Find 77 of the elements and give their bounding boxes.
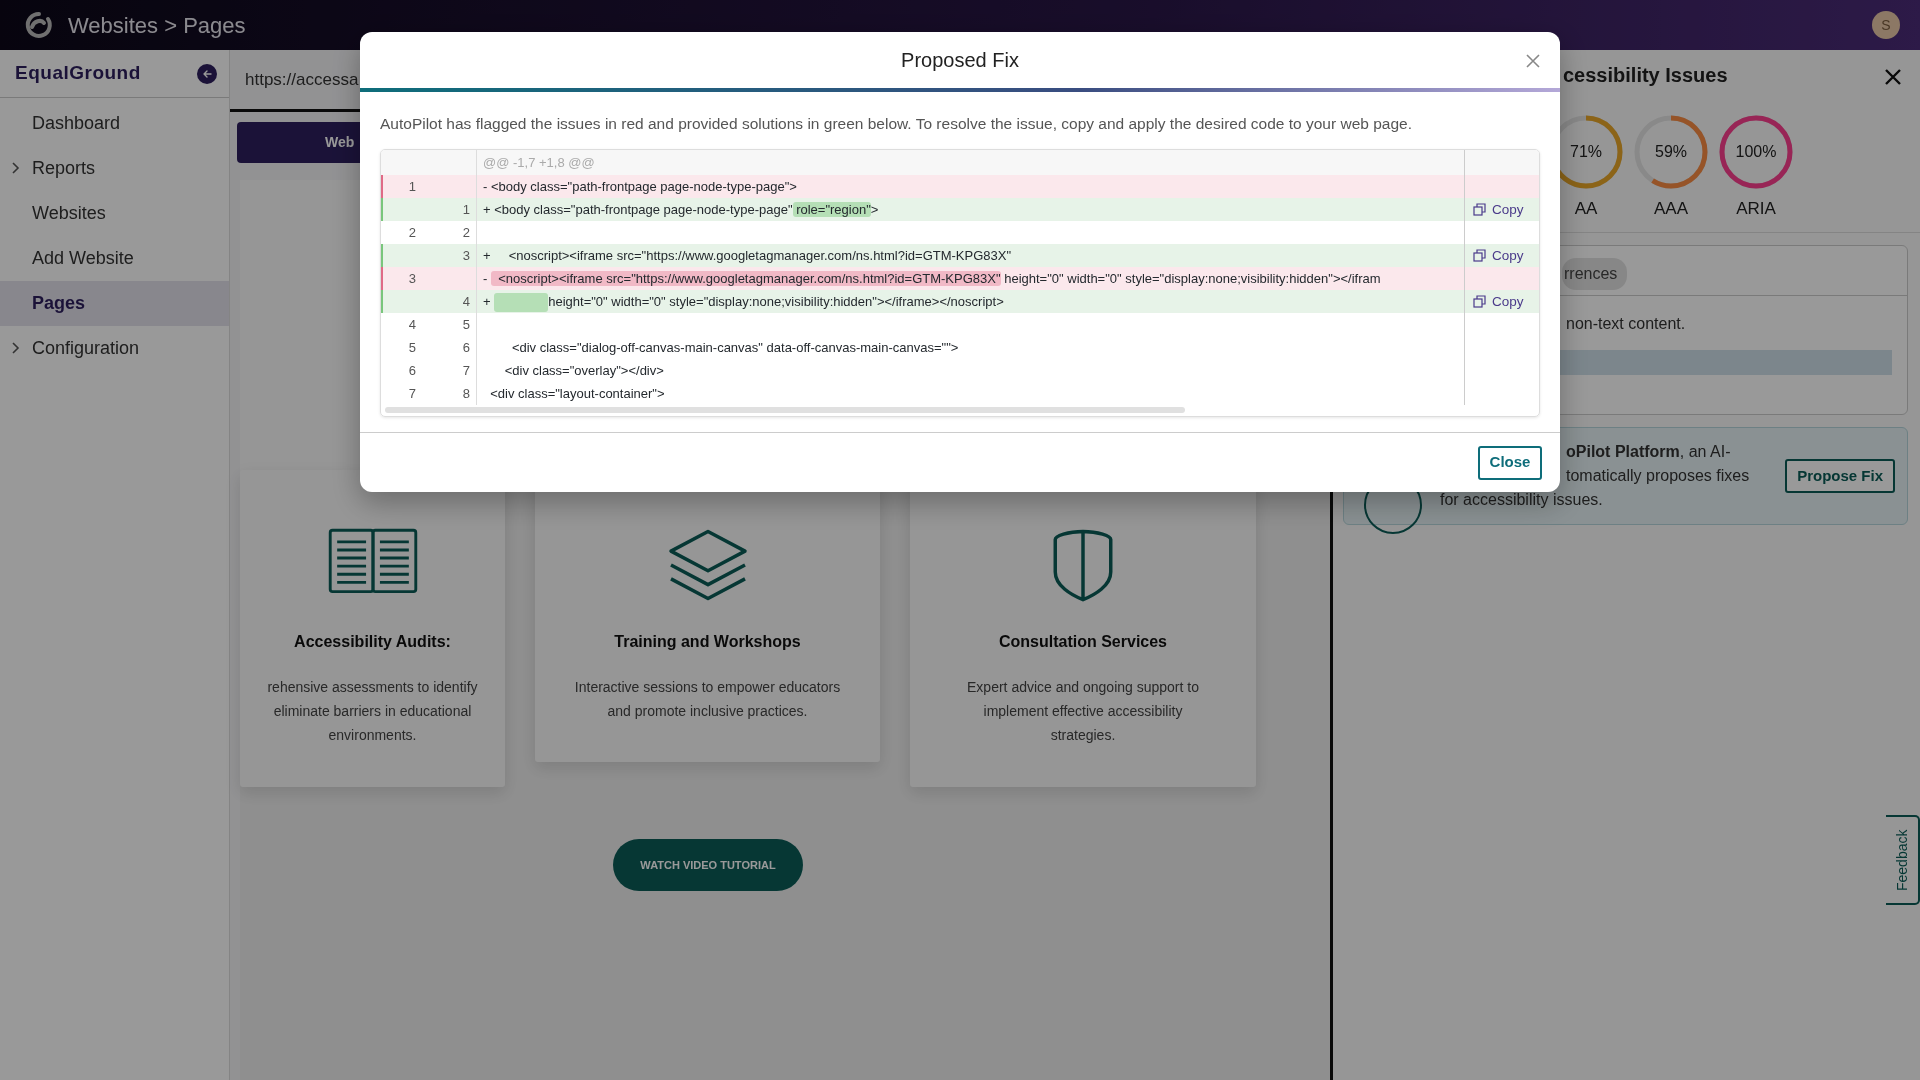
hunk-header: @@ -1,7 +1,8 @@	[483, 155, 595, 171]
filter-tab[interactable]: rrences	[1562, 258, 1628, 290]
close-icon	[1526, 53, 1540, 68]
copy-button[interactable]: Copy	[1465, 245, 1524, 266]
sidebar-item[interactable]: Websites	[0, 191, 229, 236]
score-label: ARIA	[1736, 198, 1776, 220]
code-line: <div class="overlay"></div>	[503, 363, 664, 379]
diff-sign: -	[483, 179, 488, 195]
card-text: strategies.	[1049, 726, 1117, 746]
sidebar-brand: EqualGround	[15, 61, 141, 86]
copy-button[interactable]: Copy	[1465, 291, 1524, 312]
code-line: <div class="dialog-off-canvas-main-canvas" data-off-canvas-main-canvas="">	[510, 340, 959, 356]
diff-sign: +	[483, 294, 491, 310]
card-title: Training and Workshops	[613, 632, 802, 652]
sidebar-item[interactable]: Pages	[0, 281, 229, 326]
instructions-text: AutoPilot has flagged the issues in red and provided solutions in green below. To resolve the issue, copy and apply the desired code to your web page.	[380, 114, 1413, 134]
code-line: height="0" width="0" style="display:none;visibility:hidden"></iframe></noscript>	[548, 294, 1004, 310]
feedback-tab[interactable]: Feedback	[1886, 815, 1920, 905]
score-value: 59%	[1655, 142, 1687, 162]
score-label: AAA	[1654, 198, 1688, 220]
banner-text: for accessibility issues.	[1440, 490, 1603, 510]
copy-icon	[1473, 203, 1486, 217]
line-number: 6	[408, 363, 416, 379]
banner-text: oPilot Platform, an AI- tomatically proposes fixes	[1566, 442, 1750, 486]
card-title: Consultation Services	[997, 632, 1168, 652]
code-line: <body class="path-frontpage page-node-type-page" role="region">	[494, 202, 879, 218]
card-text: rehensive assessments to identify	[266, 678, 479, 698]
code-line: <div class="layout-container">	[489, 386, 665, 402]
line-number: 5	[408, 340, 416, 356]
line-number: 3	[462, 248, 470, 264]
score-label: AA	[1574, 198, 1598, 220]
line-number: 7	[408, 386, 416, 402]
card-text: implement effective accessibility	[982, 702, 1184, 722]
copy-icon	[1473, 249, 1486, 263]
line-number: 1	[408, 179, 416, 195]
issue-description: non-text content.	[1566, 314, 1686, 334]
score-value: 100%	[1735, 142, 1777, 162]
sidebar-item[interactable]: Reports	[0, 146, 229, 191]
copy-button[interactable]: Copy	[1465, 199, 1524, 220]
video-button[interactable]: WATCH VIDEO TUTORIAL	[613, 839, 803, 891]
scrollbar[interactable]	[385, 407, 1185, 414]
collapse-button[interactable]	[197, 63, 217, 84]
card-text: Interactive sessions to empower educators	[573, 678, 842, 698]
copy-icon	[1473, 295, 1486, 309]
back-arrow-icon	[201, 68, 213, 79]
sidebar-item[interactable]: Configuration	[0, 326, 229, 371]
diff-sign: +	[483, 202, 491, 218]
code-line: <noscript><iframe src="https://www.googletagmanager.com/ns.html?id=GTM-KPG83X"	[507, 248, 1012, 264]
modal-title: Proposed Fix	[901, 48, 1019, 73]
line-number: 6	[462, 340, 470, 356]
code-line: <noscript><iframe src="https://www.googletagmanager.com/ns.html?id=GTM-KPG83X" height="0" width="0" style="display:none;visibility:hidden"></ifram	[490, 271, 1381, 287]
card-text: and promote inclusive practices.	[606, 702, 809, 722]
score-value: 71%	[1570, 142, 1602, 162]
diff-sign: -	[483, 271, 488, 287]
close-button[interactable]: Close	[1478, 445, 1542, 480]
sidebar-item[interactable]: Dashboard	[0, 101, 229, 146]
line-number: 7	[462, 363, 470, 379]
page-breadcrumb: Websites > Pages	[68, 11, 246, 40]
line-number: 2	[408, 225, 416, 241]
code-line: <body class="path-frontpage page-node-type-page">	[490, 179, 797, 195]
line-number: 8	[462, 386, 470, 402]
sidebar-item[interactable]: Add Website	[0, 236, 229, 281]
panel-title: cessibility Issues	[1563, 63, 1728, 88]
line-number: 4	[408, 317, 416, 333]
line-number: 1	[462, 202, 470, 218]
card-text: eliminate barriers in educational	[272, 702, 473, 722]
logo-icon	[24, 10, 54, 40]
line-number: 5	[462, 317, 470, 333]
card-title: Accessibility Audits:	[293, 632, 452, 652]
close-icon	[1884, 67, 1902, 86]
propose-fix-button[interactable]: Propose Fix	[1785, 459, 1895, 493]
line-number: 4	[462, 294, 470, 310]
card-text: Expert advice and ongoing support to	[966, 678, 1200, 698]
card-text: environments.	[327, 726, 418, 746]
diff-sign: +	[483, 248, 491, 264]
line-number: 2	[462, 225, 470, 241]
line-number: 3	[408, 271, 416, 287]
